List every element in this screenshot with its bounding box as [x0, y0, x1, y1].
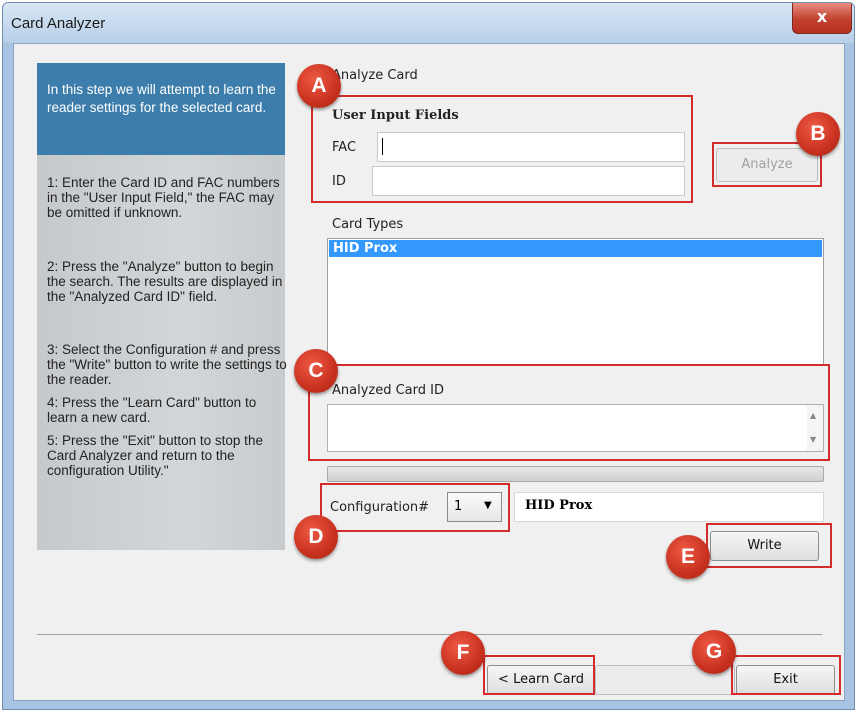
- configuration-card-name-field: HID Prox: [514, 492, 824, 522]
- sidebar-header: In this step we will attempt to learn th…: [37, 63, 285, 155]
- marker-a: A: [297, 64, 341, 108]
- highlight-write-button: [706, 523, 832, 568]
- marker-d: D: [294, 515, 338, 559]
- title-bar[interactable]: Card Analyzer x: [3, 3, 854, 43]
- marker-c: C: [294, 349, 338, 393]
- configuration-card-name: HID Prox: [525, 498, 593, 513]
- analyze-card-group-title: Analyze Card: [332, 68, 418, 83]
- highlight-user-input-fields: [311, 95, 693, 203]
- close-button[interactable]: x: [792, 3, 852, 34]
- marker-b: B: [796, 112, 840, 156]
- card-analyzer-window: Card Analyzer x In this step we will att…: [2, 2, 855, 710]
- marker-e: E: [666, 535, 710, 579]
- highlight-analyzed-card-id: [308, 364, 830, 461]
- card-types-list[interactable]: HID Prox: [327, 238, 824, 366]
- marker-g: G: [692, 630, 736, 674]
- sidebar-intro: In this step we will attempt to learn th…: [47, 82, 276, 115]
- instructions-sidebar: In this step we will attempt to learn th…: [37, 63, 287, 550]
- card-types-label: Card Types: [332, 217, 404, 232]
- card-type-item-hid-prox[interactable]: HID Prox: [329, 240, 822, 257]
- window-title: Card Analyzer: [11, 15, 106, 32]
- instruction-step-5: 5: Press the "Exit" button to stop the C…: [47, 433, 263, 478]
- progress-bar: [327, 466, 824, 482]
- marker-f: F: [441, 631, 485, 675]
- instruction-step-3: 3: Select the Configuration # and press …: [47, 342, 287, 387]
- instruction-step-1: 1: Enter the Card ID and FAC numbers in …: [47, 175, 280, 220]
- highlight-learn-card-button: [483, 655, 595, 695]
- highlight-exit-button: [731, 655, 841, 695]
- instruction-step-4: 4: Press the "Learn Card" button to lear…: [47, 395, 257, 425]
- instruction-step-2: 2: Press the "Analyze" button to begin t…: [47, 259, 283, 304]
- highlight-configuration: [320, 483, 510, 532]
